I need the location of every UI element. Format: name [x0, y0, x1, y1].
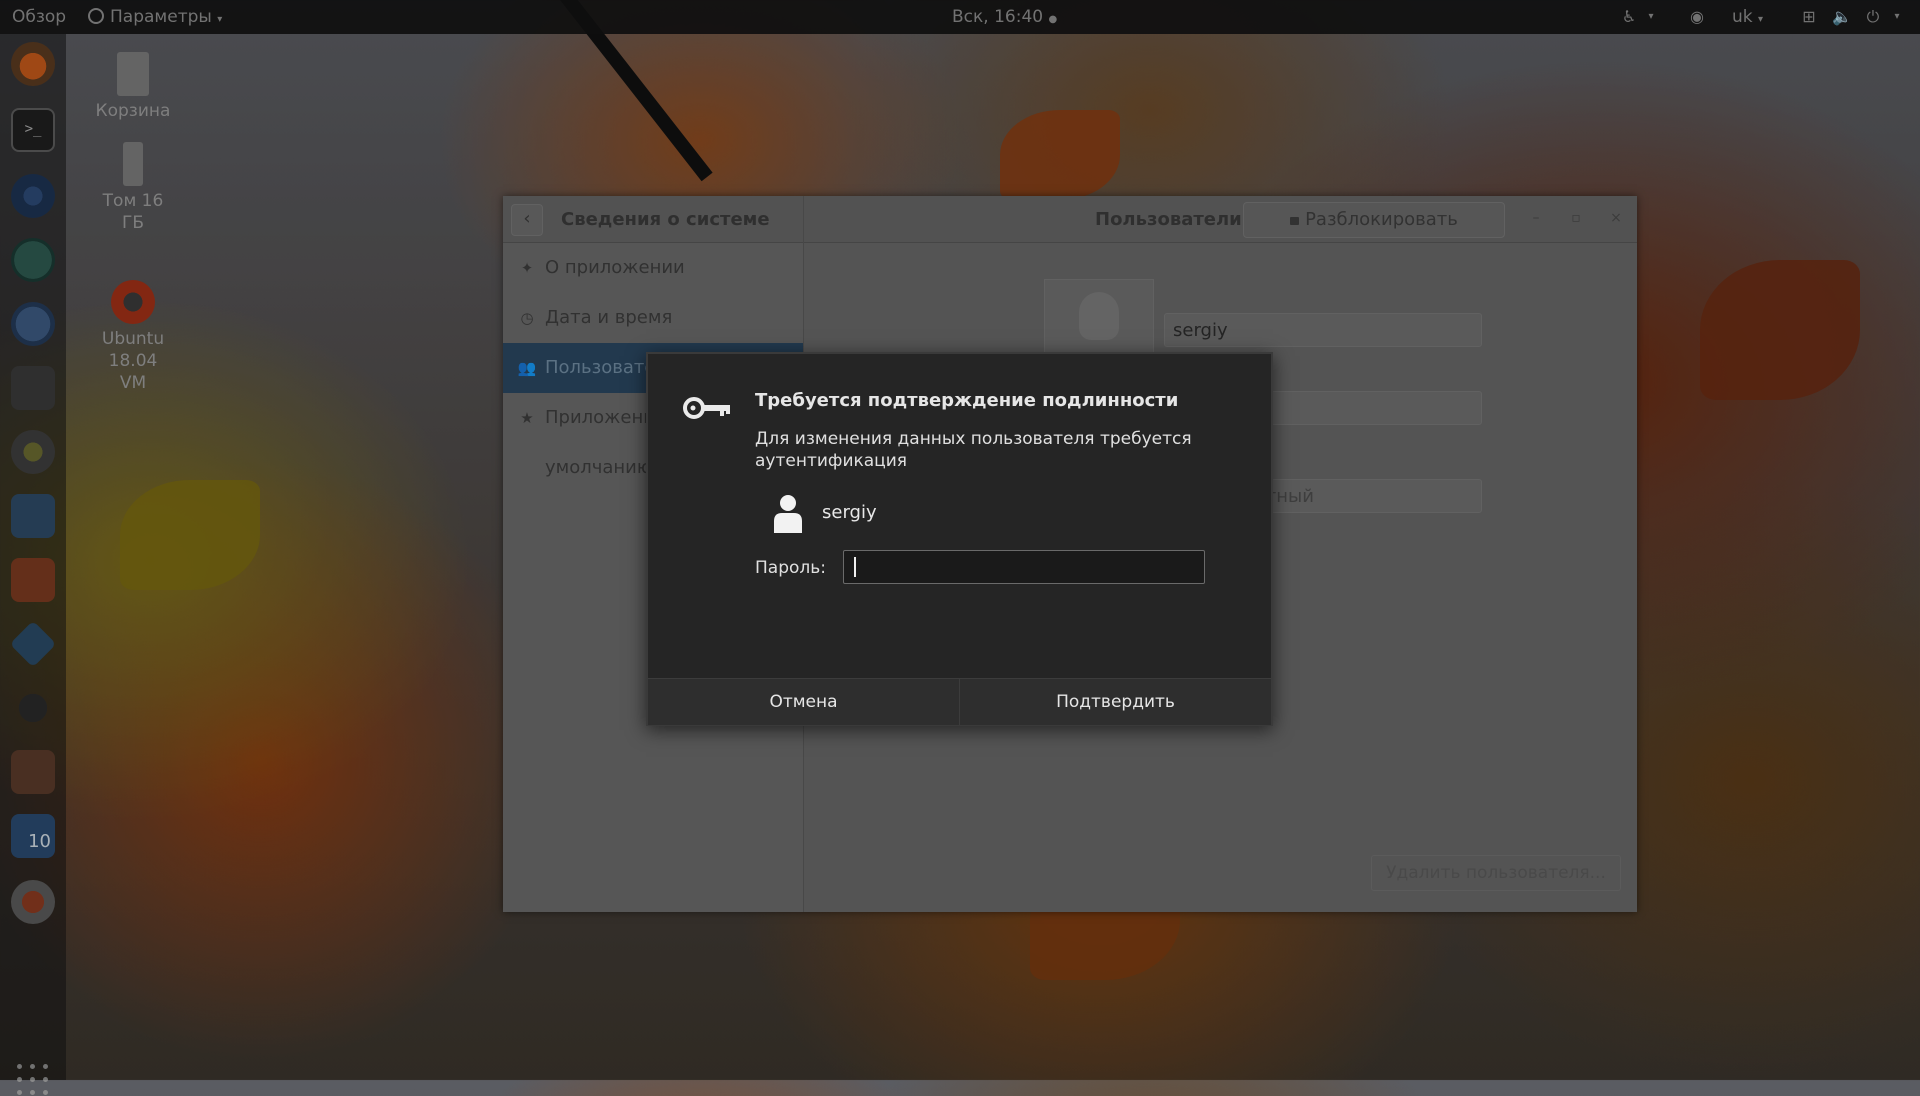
network-icon[interactable]: ⊞ — [1800, 8, 1818, 26]
unlock-button-label: Разблокировать — [1305, 209, 1458, 230]
thunderbird-icon[interactable] — [11, 302, 55, 346]
windows-10-badge: 10 — [28, 831, 51, 852]
users-icon: 👥 — [517, 359, 537, 377]
text-caret — [854, 557, 856, 577]
clock-icon: ◷ — [520, 309, 534, 327]
lock-icon — [1290, 217, 1300, 225]
clock[interactable]: Вск, 16:40 ● — [952, 7, 1057, 27]
cancel-button[interactable]: Отмена — [648, 679, 960, 725]
terminal-icon[interactable]: >_ — [11, 108, 55, 152]
delete-user-button[interactable]: Удалить пользователя... — [1371, 855, 1621, 891]
rhythmbox-icon[interactable] — [11, 430, 55, 474]
chevron-down-icon: ▾ — [1758, 14, 1764, 25]
avatar-silhouette-icon — [1079, 292, 1119, 340]
wallpaper-leaf — [1000, 110, 1120, 200]
user-name-field[interactable]: sergiy — [1164, 313, 1482, 347]
window-title-left: Сведения о системе — [561, 209, 770, 230]
password-label: Пароль: — [755, 558, 827, 578]
chevron-down-icon: ▾ — [1894, 11, 1900, 22]
chevron-left-icon: ‹ — [523, 208, 531, 229]
desktop-icon-volume[interactable]: Том 16 ГБ — [78, 142, 188, 234]
dialog-username: sergiy — [822, 502, 877, 523]
app-indicator-icon[interactable]: ◉ — [1688, 8, 1706, 26]
desktop-icon-label: Ubuntu 18.04 VM — [101, 329, 165, 393]
keyboard-layout-label: uk — [1732, 7, 1753, 27]
desktop-icon-trash[interactable]: Корзина — [78, 52, 188, 122]
sidebar-item-label: Дата и время — [545, 307, 673, 328]
trash-icon — [117, 52, 149, 96]
chevron-down-icon: ▾ — [217, 14, 223, 25]
desktop-icon-label: Том 16 ГБ — [102, 191, 164, 233]
confirm-button[interactable]: Подтвердить — [960, 679, 1271, 725]
dialog-title: Требуется подтверждение подлинности — [755, 390, 1179, 411]
wallpaper-leaf — [120, 480, 260, 590]
desktop-icon-ubuntu-vm[interactable]: Ubuntu 18.04 VM — [78, 280, 188, 394]
close-button[interactable]: × — [1606, 208, 1626, 228]
window-title-right: Пользователи — [1095, 209, 1242, 230]
password-input[interactable] — [843, 550, 1205, 584]
firefox-icon[interactable] — [11, 42, 55, 86]
software-center-icon[interactable] — [11, 558, 55, 602]
desktop-icon-label: Корзина — [95, 101, 171, 121]
activities-button[interactable]: Обзор — [12, 7, 66, 27]
minimize-button[interactable]: – — [1526, 208, 1546, 228]
wallpaper-leaf — [1700, 260, 1860, 400]
sidebar-item-about[interactable]: ✦ О приложении — [503, 243, 803, 293]
maximize-button[interactable]: ▫ — [1566, 208, 1586, 228]
sidebar-item-label: О приложении — [545, 257, 685, 278]
key-icon — [683, 397, 730, 419]
settings-icon[interactable] — [11, 880, 55, 924]
user-icon — [774, 495, 802, 533]
user-avatar[interactable] — [1044, 279, 1154, 361]
star-icon: ★ — [520, 409, 534, 427]
top-panel: Обзор Параметры ▾ Вск, 16:40 ● ♿ ▾ ◉ uk … — [0, 0, 1920, 34]
chromium-icon[interactable] — [11, 174, 55, 218]
back-button[interactable]: ‹ — [511, 204, 543, 236]
keyboard-layout[interactable]: uk ▾ — [1732, 7, 1763, 27]
accessibility-icon[interactable]: ♿ — [1620, 8, 1638, 26]
notification-dot-icon: ● — [1048, 14, 1058, 25]
show-applications-button[interactable] — [17, 1064, 49, 1096]
dock: >_ 10 — [0, 34, 66, 1095]
dialog-button-bar: Отмена Подтвердить — [648, 678, 1271, 725]
windows-10-icon[interactable]: 10 — [11, 814, 55, 858]
sidebar-item-date-time[interactable]: ◷ Дата и время — [503, 293, 803, 343]
atom-icon[interactable] — [11, 238, 55, 282]
gear-icon — [88, 8, 104, 24]
dialog-message: Для изменения данных пользователя требуе… — [755, 429, 1192, 471]
auth-dialog: Требуется подтверждение подлинности Для … — [646, 352, 1273, 726]
app-menu-label: Параметры — [110, 7, 212, 27]
window-header: ‹ Сведения о системе Пользователи Разбло… — [503, 196, 1637, 243]
star-outline-icon: ✦ — [520, 259, 534, 277]
writer-icon[interactable] — [11, 494, 55, 538]
inkscape-icon[interactable] — [11, 686, 55, 730]
power-icon[interactable]: ⏻ — [1864, 8, 1882, 26]
app-menu[interactable]: Параметры ▾ — [88, 7, 222, 27]
volume-icon[interactable]: 🔈 — [1832, 8, 1852, 26]
clock-label: Вск, 16:40 — [952, 7, 1044, 27]
files-icon[interactable] — [11, 366, 55, 410]
unlock-button[interactable]: Разблокировать — [1243, 202, 1505, 238]
chevron-down-icon: ▾ — [1648, 11, 1654, 22]
virtualbox-icon[interactable] — [9, 620, 57, 668]
installer-icon[interactable] — [11, 750, 55, 794]
ubuntu-logo-icon — [111, 280, 155, 324]
usb-drive-icon — [123, 142, 143, 186]
